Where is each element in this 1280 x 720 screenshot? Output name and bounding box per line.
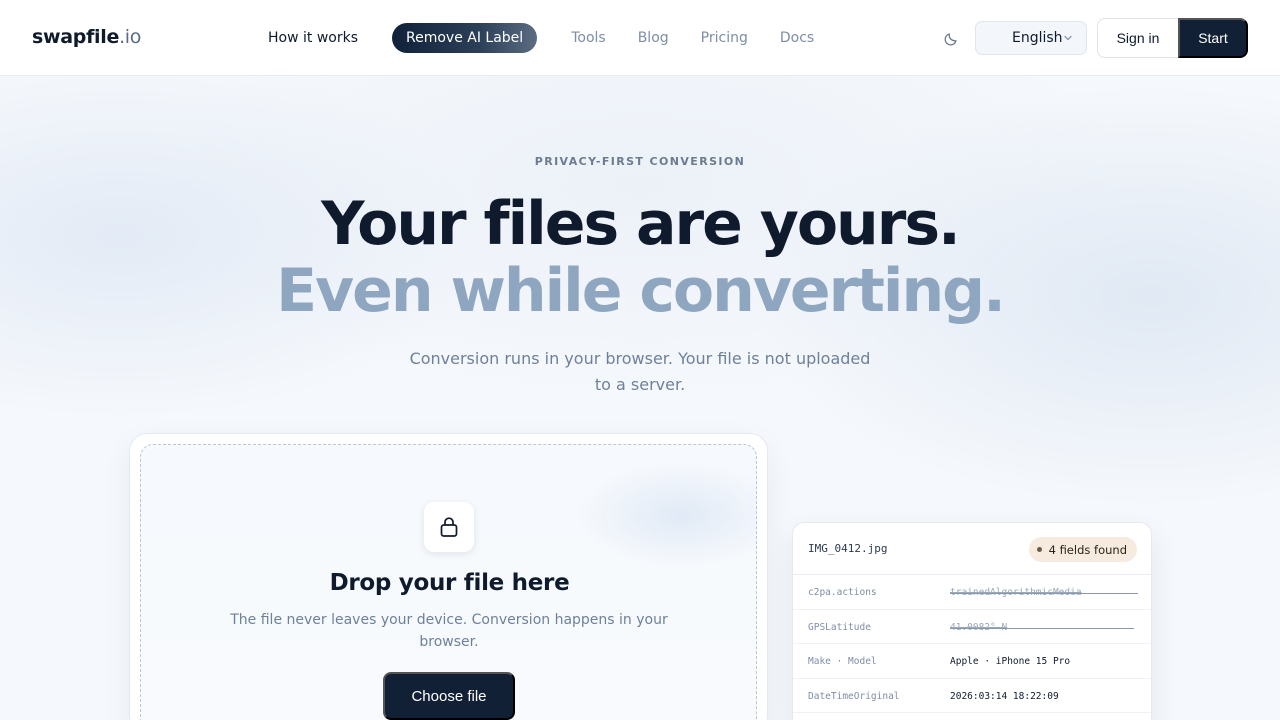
- file-drop-card: Drop your file here The file never leave…: [129, 433, 768, 720]
- metadata-key: Make · Model: [808, 656, 877, 667]
- nav-docs[interactable]: Docs: [764, 22, 830, 54]
- nav-blog[interactable]: Blog: [622, 22, 685, 54]
- nav-how-it-works[interactable]: How it works: [252, 22, 374, 54]
- drop-description: The file never leaves your device. Conve…: [230, 612, 668, 650]
- hero-eyebrow: PRIVACY-FIRST CONVERSION: [534, 155, 746, 168]
- metadata-key: GPSLatitude: [808, 621, 871, 633]
- strike-line: [950, 593, 1138, 594]
- metadata-row: Make · Model Apple · iPhone 15 Pro: [793, 644, 1151, 679]
- nav-pricing[interactable]: Pricing: [685, 22, 764, 54]
- language-label: English: [1012, 30, 1063, 46]
- moon-icon: [944, 33, 957, 46]
- main-nav: How it works Remove AI Label Tools Blog …: [252, 22, 830, 54]
- logo-tld: .io: [119, 26, 142, 48]
- theme-toggle-button[interactable]: [938, 26, 964, 52]
- metadata-key: DateTimeOriginal: [808, 690, 900, 702]
- language-select[interactable]: English: [975, 21, 1087, 55]
- logo-name: swapfile: [32, 26, 120, 48]
- metadata-value: 2026:03:14 18:22:09: [950, 690, 1059, 702]
- choose-file-button[interactable]: Choose file: [383, 672, 515, 720]
- hero-title-accent: Even while converting.: [276, 256, 1006, 326]
- start-button[interactable]: Start: [1178, 18, 1248, 58]
- metadata-row: DateTimeOriginal 2026:03:14 18:22:09: [793, 679, 1151, 713]
- hero-subtitle: Conversion runs in your browser. Your fi…: [409, 349, 871, 394]
- strike-line: [950, 627, 1134, 629]
- metadata-header: IMG_0412.jpg 4 fields found: [793, 523, 1151, 575]
- badge-label: 4 fields found: [1048, 542, 1127, 557]
- site-header: swapfile.io How it works Remove AI Label…: [0, 0, 1280, 76]
- lock-icon-box: [424, 502, 474, 552]
- nav-tools[interactable]: Tools: [555, 22, 622, 54]
- logo[interactable]: swapfile.io: [32, 24, 141, 50]
- sign-in-button[interactable]: Sign in: [1097, 18, 1179, 58]
- metadata-value: Apple · iPhone 15 Pro: [950, 656, 1071, 667]
- hero-title: Your files are yours.: [321, 189, 961, 259]
- badge-dot: [1036, 547, 1042, 552]
- metadata-file-name: IMG_0412.jpg: [808, 542, 888, 555]
- nav-remove-ai-label[interactable]: Remove AI Label: [392, 23, 538, 53]
- chevron-down-icon: [1064, 35, 1072, 41]
- fields-found-badge: 4 fields found: [1028, 537, 1137, 562]
- file-drop-zone[interactable]: Drop your file here The file never leave…: [140, 444, 757, 720]
- metadata-row: c2pa.actions trainedAlgorithmicMedia: [793, 575, 1151, 610]
- drop-title: Drop your file here: [329, 570, 570, 596]
- metadata-key: c2pa.actions: [808, 587, 877, 598]
- metadata-card: IMG_0412.jpg 4 fields found c2pa.actions…: [792, 522, 1152, 720]
- lock-icon: [440, 517, 458, 537]
- metadata-row: GPSLatitude 41.0082° N: [793, 610, 1151, 644]
